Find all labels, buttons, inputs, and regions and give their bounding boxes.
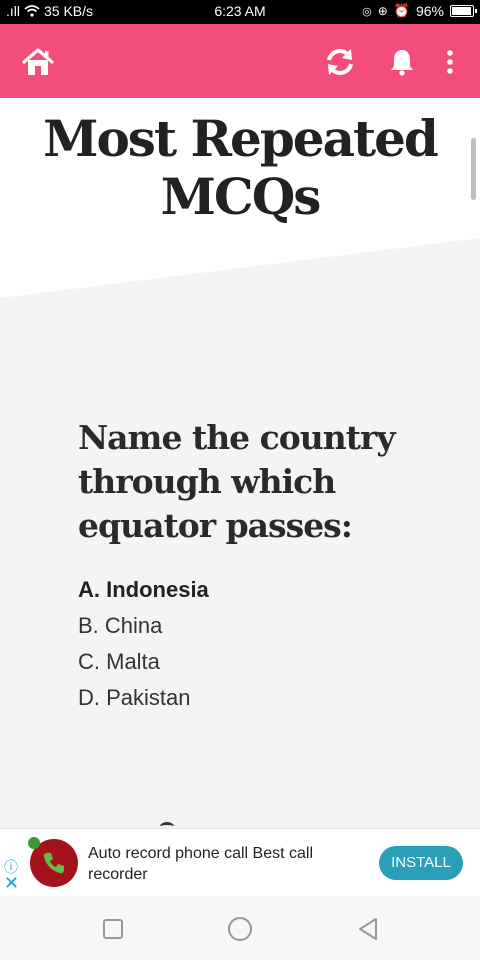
ad-logo-badge: [28, 837, 40, 849]
options-list: A. Indonesia B. China C. Malta D. Pakist…: [78, 572, 458, 716]
recent-apps-icon[interactable]: [100, 916, 126, 942]
bell-icon[interactable]: [382, 42, 422, 82]
question-line: through which: [78, 462, 336, 501]
ad-text[interactable]: Auto record phone call Best call recorde…: [88, 843, 338, 885]
app-bar: [0, 24, 480, 98]
system-nav-bar: [0, 896, 480, 960]
status-bar: .ıll 35 KB/s 6:23 AM ◎ ⊕ ⏰ 96%: [0, 0, 480, 24]
home-icon[interactable]: [18, 42, 58, 82]
lock-icon: ⊕: [377, 4, 388, 18]
refresh-icon[interactable]: [320, 42, 360, 82]
option-b[interactable]: B. China: [78, 608, 458, 644]
volte-icon: ◎: [362, 5, 372, 18]
ad-close-icon[interactable]: ✕: [4, 874, 19, 892]
page-title-line2: MCQs: [160, 167, 322, 226]
install-button[interactable]: INSTALL: [379, 846, 463, 880]
screen: .ıll 35 KB/s 6:23 AM ◎ ⊕ ⏰ 96% Most Repe…: [0, 0, 480, 960]
page-title-line1: Most Repeated: [43, 109, 439, 168]
phone-icon: [43, 853, 64, 874]
content-area: Most Repeated MCQs Name the country thro…: [0, 98, 480, 828]
ad-app-logo[interactable]: [28, 837, 78, 887]
option-a[interactable]: A. Indonesia: [78, 572, 458, 608]
question-text: Name the country through which equator p…: [78, 416, 458, 548]
battery-percent: 96%: [415, 3, 444, 19]
ad-banner[interactable]: ⓘ ✕ Auto record phone call Best call rec…: [0, 828, 480, 897]
ad-text-line: recorder: [88, 866, 148, 883]
ad-text-line: Auto record phone call Best call: [88, 845, 314, 862]
question-line: Name the country: [78, 418, 396, 457]
more-vertical-icon[interactable]: [438, 42, 462, 82]
page-title: Most Repeated MCQs: [0, 110, 480, 226]
scrollbar[interactable]: [471, 138, 476, 200]
alarm-icon: ⏰: [393, 3, 410, 18]
back-triangle-icon[interactable]: [355, 916, 381, 942]
home-circle-icon[interactable]: [227, 916, 253, 942]
option-d[interactable]: D. Pakistan: [78, 680, 458, 716]
status-right: ◎ ⊕ ⏰ 96%: [362, 3, 477, 19]
battery-icon: [450, 5, 477, 17]
option-c[interactable]: C. Malta: [78, 644, 458, 680]
question-line: equator passes:: [78, 506, 353, 545]
